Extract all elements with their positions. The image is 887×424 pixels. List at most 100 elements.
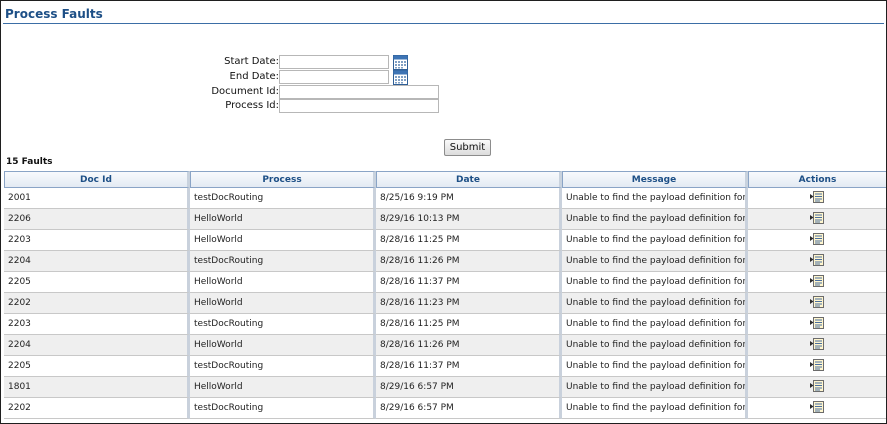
process-cell: testDocRouting bbox=[190, 356, 376, 377]
end-date-label-wrap: End Date: bbox=[151, 71, 279, 85]
message-cell: Unable to find the payload definition fo… bbox=[562, 377, 748, 398]
actions-cell bbox=[748, 356, 886, 377]
calendar-icon[interactable] bbox=[393, 70, 408, 85]
view-details-icon[interactable] bbox=[810, 316, 824, 332]
message-cell: Unable to find the payload definition fo… bbox=[562, 272, 748, 293]
doc-id-cell: 2204 bbox=[4, 335, 190, 356]
page-title: Process Faults bbox=[5, 7, 103, 21]
process-cell: testDocRouting bbox=[190, 314, 376, 335]
doc-id-cell: 2203 bbox=[4, 314, 190, 335]
process-cell: HelloWorld bbox=[190, 209, 376, 230]
doc-id-cell: 2205 bbox=[4, 356, 190, 377]
date-cell: 8/28/16 11:23 PM bbox=[376, 293, 562, 314]
calendar-icon[interactable] bbox=[393, 55, 408, 70]
actions-cell bbox=[748, 398, 886, 419]
table-row[interactable]: 2203 testDocRouting 8/28/16 11:25 PM Unable… bbox=[4, 314, 886, 335]
view-details-icon[interactable] bbox=[810, 253, 824, 269]
document-id-label-wrap: Document Id: bbox=[151, 86, 279, 100]
date-cell: 8/28/16 11:26 PM bbox=[376, 335, 562, 356]
submit-button[interactable]: Submit bbox=[444, 139, 491, 156]
end-date-field[interactable] bbox=[279, 70, 389, 84]
message-cell: Unable to find the payload definition fo… bbox=[562, 251, 748, 272]
process-cell: testDocRouting bbox=[190, 251, 376, 272]
process-id-field[interactable] bbox=[279, 99, 439, 113]
table-header-row: Doc Id Process Date Message Actions bbox=[4, 171, 886, 188]
doc-id-cell: 2206 bbox=[4, 209, 190, 230]
document-id-field[interactable] bbox=[279, 85, 439, 99]
actions-cell bbox=[748, 188, 886, 209]
process-cell: HelloWorld bbox=[190, 377, 376, 398]
actions-cell bbox=[748, 377, 886, 398]
view-details-icon[interactable] bbox=[810, 274, 824, 290]
column-header-doc-id[interactable]: Doc Id bbox=[4, 171, 190, 188]
table-row[interactable]: 2204 testDocRouting 8/28/16 11:26 PM Unable… bbox=[4, 251, 886, 272]
start-date-field[interactable] bbox=[279, 55, 389, 69]
column-header-process[interactable]: Process bbox=[190, 171, 376, 188]
process-cell: testDocRouting bbox=[190, 398, 376, 419]
table-row[interactable]: 2205 testDocRouting 8/28/16 11:37 PM Unable… bbox=[4, 356, 886, 377]
view-details-icon[interactable] bbox=[810, 190, 824, 206]
process-id-label-wrap: Process Id: bbox=[151, 100, 279, 114]
start-date-label: Start Date: bbox=[224, 56, 279, 67]
doc-id-cell: 2203 bbox=[4, 230, 190, 251]
process-cell: HelloWorld bbox=[190, 335, 376, 356]
actions-cell bbox=[748, 230, 886, 251]
table-row[interactable]: 1801 HelloWorld 8/29/16 6:57 PM Unable to f… bbox=[4, 377, 886, 398]
actions-cell bbox=[748, 314, 886, 335]
actions-cell bbox=[748, 293, 886, 314]
table-body: 2001 testDocRouting 8/25/16 9:19 PM Unable … bbox=[4, 188, 886, 419]
date-cell: 8/29/16 10:13 PM bbox=[376, 209, 562, 230]
table-row[interactable]: 2202 testDocRouting 8/29/16 6:57 PM Unable … bbox=[4, 398, 886, 419]
actions-cell bbox=[748, 251, 886, 272]
table-row[interactable]: 2203 HelloWorld 8/28/16 11:25 PM Unable to … bbox=[4, 230, 886, 251]
view-details-icon[interactable] bbox=[810, 232, 824, 248]
table-row[interactable]: 2001 testDocRouting 8/25/16 9:19 PM Unable … bbox=[4, 188, 886, 209]
date-cell: 8/29/16 6:57 PM bbox=[376, 377, 562, 398]
view-details-icon[interactable] bbox=[810, 295, 824, 311]
message-cell: Unable to find the payload definition fo… bbox=[562, 398, 748, 419]
column-header-date[interactable]: Date bbox=[376, 171, 562, 188]
process-cell: testDocRouting bbox=[190, 188, 376, 209]
actions-cell bbox=[748, 209, 886, 230]
doc-id-cell: 2001 bbox=[4, 188, 190, 209]
document-id-label: Document Id: bbox=[211, 86, 279, 97]
date-cell: 8/28/16 11:37 PM bbox=[376, 272, 562, 293]
date-cell: 8/28/16 11:25 PM bbox=[376, 230, 562, 251]
table-row[interactable]: 2202 HelloWorld 8/28/16 11:23 PM Unable to … bbox=[4, 293, 886, 314]
message-cell: Unable to find the payload definition fo… bbox=[562, 335, 748, 356]
table-row[interactable]: 2205 HelloWorld 8/28/16 11:37 PM Unable to … bbox=[4, 272, 886, 293]
column-header-actions: Actions bbox=[748, 171, 886, 188]
message-cell: Unable to find the payload definition fo… bbox=[562, 356, 748, 377]
message-cell: Unable to find the payload definition fo… bbox=[562, 188, 748, 209]
doc-id-cell: 1801 bbox=[4, 377, 190, 398]
doc-id-cell: 2204 bbox=[4, 251, 190, 272]
date-cell: 8/28/16 11:37 PM bbox=[376, 356, 562, 377]
message-cell: Unable to find the payload definition fo… bbox=[562, 230, 748, 251]
start-date-label-wrap: Start Date: bbox=[151, 56, 279, 70]
view-details-icon[interactable] bbox=[810, 211, 824, 227]
message-cell: Unable to find the payload definition fo… bbox=[562, 293, 748, 314]
process-faults-panel: Process Faults Start Date: End Date: Doc… bbox=[0, 0, 887, 424]
process-cell: HelloWorld bbox=[190, 293, 376, 314]
process-cell: HelloWorld bbox=[190, 230, 376, 251]
view-details-icon[interactable] bbox=[810, 337, 824, 353]
view-details-icon[interactable] bbox=[810, 379, 824, 395]
message-cell: Unable to find the payload definition fo… bbox=[562, 314, 748, 335]
doc-id-cell: 2202 bbox=[4, 398, 190, 419]
doc-id-cell: 2202 bbox=[4, 293, 190, 314]
title-divider bbox=[3, 23, 884, 24]
date-cell: 8/25/16 9:19 PM bbox=[376, 188, 562, 209]
message-cell: Unable to find the payload definition fo… bbox=[562, 209, 748, 230]
table-row[interactable]: 2206 HelloWorld 8/29/16 10:13 PM Unable to … bbox=[4, 209, 886, 230]
table-row[interactable]: 2204 HelloWorld 8/28/16 11:26 PM Unable to … bbox=[4, 335, 886, 356]
doc-id-cell: 2205 bbox=[4, 272, 190, 293]
date-cell: 8/29/16 6:57 PM bbox=[376, 398, 562, 419]
fault-count: 15 Faults bbox=[6, 157, 53, 167]
actions-cell bbox=[748, 335, 886, 356]
view-details-icon[interactable] bbox=[810, 358, 824, 374]
column-header-message[interactable]: Message bbox=[562, 171, 748, 188]
view-details-icon[interactable] bbox=[810, 400, 824, 416]
end-date-label: End Date: bbox=[229, 71, 279, 82]
actions-cell bbox=[748, 272, 886, 293]
date-cell: 8/28/16 11:26 PM bbox=[376, 251, 562, 272]
